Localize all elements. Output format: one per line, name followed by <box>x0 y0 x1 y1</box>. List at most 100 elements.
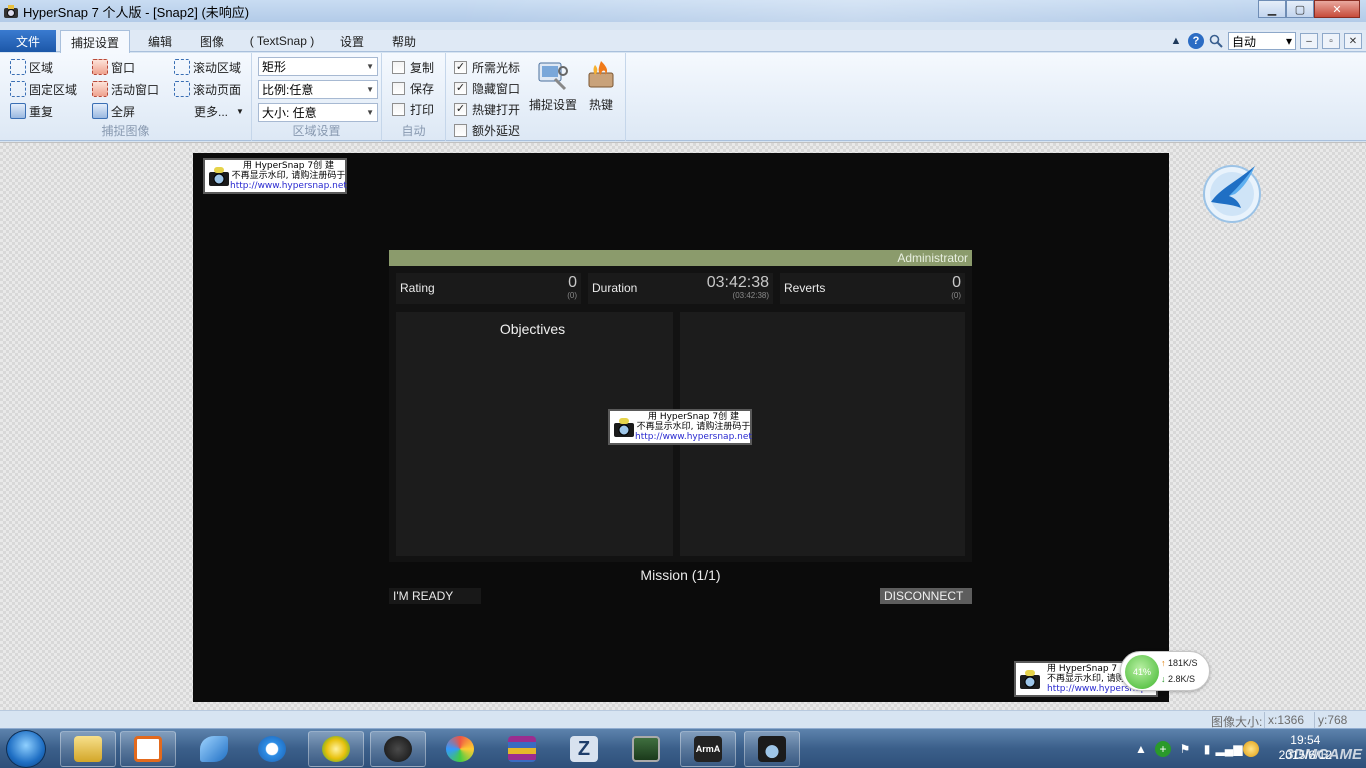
download-speed: ↓ 2.8K/S <box>1161 674 1195 684</box>
ratio-value: 比例:任意 <box>262 83 314 97</box>
capture-settings-button[interactable]: 捕捉设置 <box>526 59 580 119</box>
hotkey-enable-checkbox[interactable]: ✓ 热键打开 <box>454 100 520 118</box>
mission-label: Mission (1/1) <box>640 567 721 583</box>
taskbar-media-player[interactable] <box>120 731 176 767</box>
watermark-line1: 用 HyperSnap 7创 建 <box>647 412 739 422</box>
show-hidden-icons[interactable]: ▲ <box>1133 741 1149 757</box>
extra-delay-checkbox[interactable]: 额外延迟 <box>454 121 520 139</box>
administrator-bar: Administrator <box>389 250 972 266</box>
taskbar-explorer[interactable] <box>60 731 116 767</box>
network-signal-icon[interactable]: ▂▄▆ <box>1216 741 1243 757</box>
scroll-region-icon <box>174 59 190 75</box>
start-button[interactable] <box>6 730 46 768</box>
disconnect-button[interactable]: DISCONNECT <box>880 588 972 604</box>
ribbon-collapse-icon[interactable]: ▲ <box>1168 33 1184 49</box>
smiley-icon[interactable] <box>1243 741 1259 757</box>
mdi-minimize-button[interactable]: – <box>1300 33 1318 49</box>
hypersnap-app-icon[interactable] <box>3 3 19 19</box>
steam-icon <box>384 736 412 762</box>
mdi-close-button[interactable]: ✕ <box>1344 33 1362 49</box>
watermark-line1: 用 HyperSnap 7创 建 <box>242 161 334 171</box>
extra-delay-label: 额外延迟 <box>472 123 521 138</box>
fixed-region-button[interactable]: 固定区域 <box>10 79 77 99</box>
action-center-flag-icon[interactable]: ⚑ <box>1177 741 1193 757</box>
more-label: 更多... <box>194 104 229 119</box>
mode-dropdown[interactable]: 自动 ▾ <box>1228 32 1296 50</box>
scroll-region-button[interactable]: 滚动区域 <box>174 57 241 77</box>
hide-window-label: 隐藏窗口 <box>472 81 521 96</box>
maximize-button[interactable]: ▢ <box>1286 0 1314 18</box>
taskbar-gpu-app[interactable] <box>618 731 674 767</box>
shape-dropdown[interactable]: 矩形 ▼ <box>258 57 378 76</box>
checkmark-icon: ✓ <box>454 81 467 95</box>
usb-device-icon[interactable]: ▮ <box>1199 741 1215 757</box>
auto-print-checkbox[interactable]: 打印 <box>392 100 434 118</box>
folder-icon <box>74 736 102 762</box>
capture-group: 区域 固定区域 重复 窗口 活动窗口 全屏 滚动区域 滚动页面 更多... ▼ 捕… <box>0 53 252 141</box>
taskbar-steam[interactable] <box>370 731 426 767</box>
network-speed-widget[interactable]: 41% ↑ 181K/S ↓ 2.8K/S <box>1120 651 1210 691</box>
tab-textsnap[interactable]: ( TextSnap ) <box>244 30 320 52</box>
auto-save-checkbox[interactable]: 保存 <box>392 79 434 97</box>
taskbar-paint[interactable] <box>432 731 488 767</box>
taskbar-bird-app[interactable] <box>186 731 242 767</box>
arma-icon: ArmA <box>694 736 722 762</box>
fullscreen-icon <box>92 103 108 119</box>
stat-reverts: Reverts 0 (0) <box>780 273 965 304</box>
tab-file[interactable]: 文件 <box>0 30 56 52</box>
taskbar-z-app[interactable]: Z <box>556 731 612 767</box>
upload-value: 181K/S <box>1168 658 1198 668</box>
site-watermark: 3DMGAME <box>1285 746 1362 763</box>
stat-value: 03:42:38 <box>706 274 769 291</box>
stat-label: Reverts <box>784 281 826 295</box>
taskbar-ie[interactable] <box>244 731 300 767</box>
mdi-restore-button[interactable]: ▫ <box>1322 33 1340 49</box>
taskbar-ball-app[interactable] <box>308 731 364 767</box>
window-title: HyperSnap 7 个人版 - [Snap2] (未响应) <box>23 4 250 20</box>
taskbar-winrar[interactable] <box>494 731 550 767</box>
repeat-button[interactable]: 重复 <box>10 101 53 121</box>
region-button[interactable]: 区域 <box>10 57 53 77</box>
hide-window-checkbox[interactable]: ✓ 隐藏窗口 <box>454 79 520 97</box>
active-window-button[interactable]: 活动窗口 <box>92 79 159 99</box>
stat-label: Rating <box>400 281 435 295</box>
system-tray: ▲ + ⚑ ▮ ▂▄▆ 19:54 2015/6/12 3DMGAME <box>1131 729 1366 768</box>
taskbar-arma[interactable]: ArmA <box>680 731 736 767</box>
ball-app-icon <box>322 736 350 762</box>
chevron-down-icon: ▼ <box>366 62 374 71</box>
hypersnap-watermark-center: 用 HyperSnap 7创 建 不再显示水印, 请购注册码于 http://w… <box>608 409 752 445</box>
more-button[interactable]: 更多... ▼ <box>194 101 244 121</box>
region-group-label: 区域设置 <box>292 124 341 138</box>
cursor-checkbox[interactable]: ✓ 所需光标 <box>454 58 520 76</box>
ready-button[interactable]: I'M READY <box>389 588 481 604</box>
window-capture-button[interactable]: 窗口 <box>92 57 135 77</box>
tab-help[interactable]: 帮助 <box>384 30 424 52</box>
checkbox-box <box>392 81 405 95</box>
close-button[interactable]: ✕ <box>1314 0 1360 18</box>
magnifier-icon[interactable] <box>1208 33 1224 49</box>
chevron-down-icon: ▼ <box>236 106 244 116</box>
scroll-page-button[interactable]: 滚动页面 <box>174 79 241 99</box>
size-dropdown[interactable]: 大小: 任意 ▼ <box>258 103 378 122</box>
fullscreen-button[interactable]: 全屏 <box>92 101 135 121</box>
auto-group-label: 自动 <box>401 124 426 138</box>
checkbox-box <box>454 123 467 137</box>
plus-shield-icon[interactable]: + <box>1155 741 1171 757</box>
tab-capture-settings[interactable]: 捕捉设置 <box>60 30 130 53</box>
minimize-button[interactable]: ▁ <box>1258 0 1286 18</box>
tab-edit[interactable]: 编辑 <box>140 30 180 52</box>
help-icon[interactable]: ? <box>1188 33 1204 49</box>
taskbar-hypersnap[interactable] <box>744 731 800 767</box>
hotkeys-button[interactable]: 热键 <box>574 59 628 119</box>
bird-logo-icon[interactable] <box>1199 158 1265 224</box>
taskbar: Z ArmA ▲ + ⚑ ▮ ▂▄▆ 19:54 2015/6/12 3DMGA… <box>0 728 1366 768</box>
mode-value: 自动 <box>1232 34 1257 49</box>
tab-image[interactable]: 图像 <box>192 30 232 52</box>
chevron-down-icon: ▾ <box>1285 34 1292 48</box>
tab-settings[interactable]: 设置 <box>332 30 372 52</box>
ratio-dropdown[interactable]: 比例:任意 ▼ <box>258 80 378 99</box>
auto-copy-checkbox[interactable]: 复制 <box>392 58 434 76</box>
watermark-line2: 不再显示水印, 请购注册码于 <box>636 422 751 432</box>
capture-settings-label: 捕捉设置 <box>528 98 577 112</box>
checkmark-icon: ✓ <box>454 102 467 116</box>
